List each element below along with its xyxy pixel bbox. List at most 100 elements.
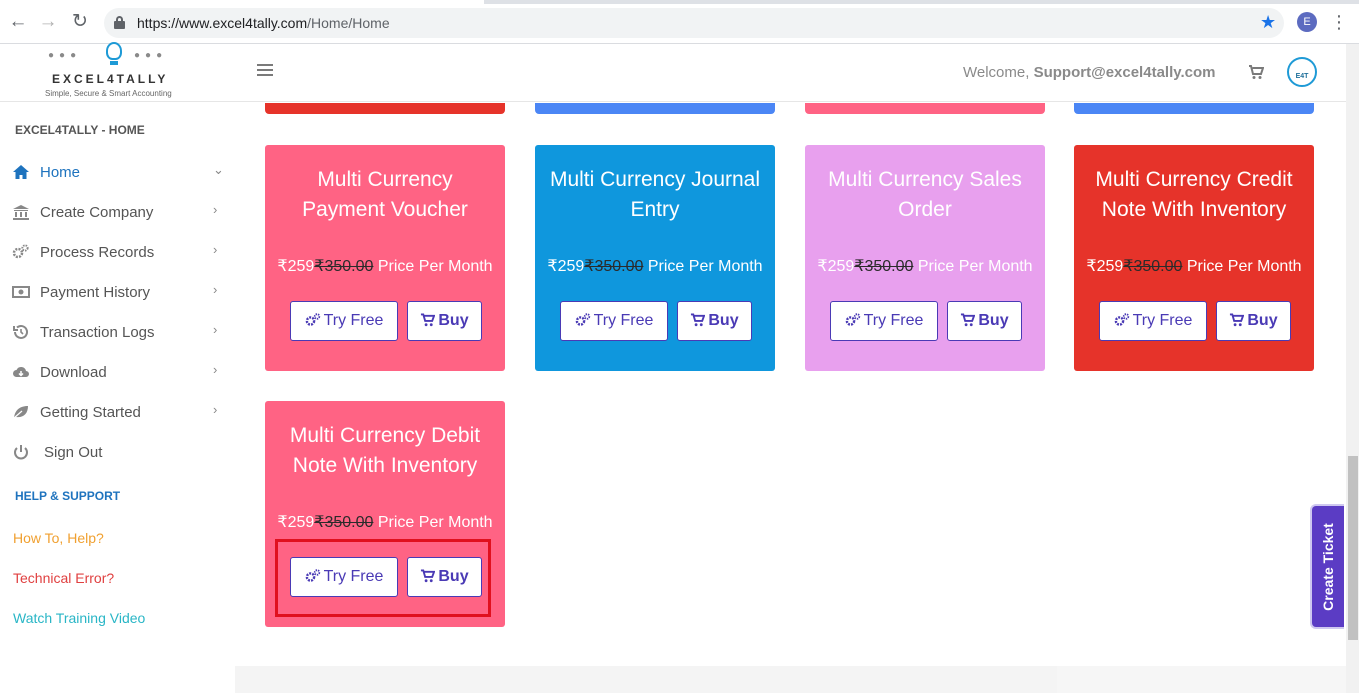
create-ticket-button[interactable]: Create Ticket — [1310, 504, 1344, 629]
sidebar-section-title: EXCEL4TALLY - HOME — [15, 123, 145, 137]
technical-error-link[interactable]: Technical Error? — [13, 570, 114, 586]
card-stub — [265, 103, 505, 114]
url-path: /Home/Home — [307, 15, 390, 31]
cogs-icon — [845, 313, 860, 326]
cart-icon — [961, 313, 976, 327]
sidebar-item-sign-out[interactable]: Sign Out — [0, 434, 235, 470]
sidebar-item-label: Home — [40, 164, 81, 181]
try-free-button[interactable]: Try Free — [1099, 301, 1207, 341]
cart-icon — [691, 313, 706, 327]
card-title: Multi Currency Journal Entry — [549, 168, 761, 221]
sidebar-item-getting-started[interactable]: Getting Started › — [0, 394, 235, 430]
sidebar-item-label: Sign Out — [44, 444, 103, 461]
chevron-right-icon: › — [213, 402, 218, 417]
sidebar-item-transaction-logs[interactable]: Transaction Logs › — [0, 314, 235, 350]
sidebar-item-download[interactable]: Download › — [0, 354, 235, 390]
sidebar: EXCEL4TALLY - HOME Home ⌄ Create Company… — [0, 103, 235, 693]
url-host: https://www.excel4tally.com — [137, 15, 308, 31]
product-card-credit-note: Multi Currency Credit Note With Inventor… — [1074, 145, 1314, 371]
lock-icon — [114, 16, 125, 29]
chevron-right-icon: › — [213, 362, 218, 377]
card-title: Multi Currency Payment Voucher — [302, 168, 468, 221]
cogs-icon — [305, 313, 320, 326]
cogs-icon — [1114, 313, 1129, 326]
user-email: Support@excel4tally.com — [1033, 64, 1216, 81]
card-title: Multi Currency Sales Order — [828, 168, 1022, 221]
buy-button[interactable]: Buy — [677, 301, 752, 341]
sidebar-item-label: Transaction Logs — [40, 324, 155, 341]
highlight-box — [275, 539, 491, 617]
cart-icon — [1230, 313, 1245, 327]
leaf-icon — [12, 404, 30, 420]
chevron-down-icon: ⌄ — [213, 162, 224, 177]
buy-button[interactable]: Buy — [1216, 301, 1291, 341]
buy-button[interactable]: Buy — [947, 301, 1022, 341]
help-section-title: HELP & SUPPORT — [15, 489, 121, 503]
cloud-download-icon — [12, 364, 30, 380]
logo-brand: EXCEL4TALLY — [52, 72, 169, 86]
tab-strip — [0, 0, 1359, 4]
cart-icon[interactable] — [1248, 64, 1265, 80]
browser-toolbar: ← → ↻ https://www.excel4tally.com/Home/H… — [0, 0, 1359, 44]
sidebar-item-payment-history[interactable]: Payment History › — [0, 274, 235, 310]
footer-strip — [235, 666, 1057, 693]
how-to-help-link[interactable]: How To, Help? — [13, 530, 104, 546]
product-card-journal-entry: Multi Currency Journal Entry ₹259₹350.00… — [535, 145, 775, 371]
url-text[interactable]: https://www.excel4tally.com/Home/Home — [137, 15, 390, 31]
cart-icon — [421, 313, 436, 327]
power-icon — [12, 444, 30, 460]
try-free-button[interactable]: Try Free — [560, 301, 668, 341]
user-avatar[interactable]: E4T — [1287, 57, 1317, 87]
chevron-right-icon: › — [213, 282, 218, 297]
card-price: ₹259₹350.00 Price Per Month — [817, 258, 1033, 275]
hamburger-menu-icon[interactable] — [257, 64, 273, 76]
card-title: Multi Currency Credit Note With Inventor… — [1095, 168, 1293, 221]
page-scrollbar[interactable] — [1346, 44, 1359, 693]
home-icon — [12, 164, 30, 180]
sidebar-item-label: Download — [40, 364, 107, 381]
bulb-icon — [106, 42, 122, 60]
card-price: ₹259₹350.00 Price Per Month — [277, 258, 493, 275]
logo-dots-right: ●●● — [134, 50, 168, 61]
card-price: ₹259₹350.00 Price Per Month — [277, 514, 493, 531]
product-card-sales-order: Multi Currency Sales Order ₹259₹350.00 P… — [805, 145, 1045, 371]
history-icon — [12, 324, 30, 340]
product-card-payment-voucher: Multi Currency Payment Voucher ₹259₹350.… — [265, 145, 505, 371]
forward-icon[interactable]: → — [36, 10, 60, 34]
sidebar-item-label: Getting Started — [40, 404, 141, 421]
reload-icon[interactable]: ↻ — [68, 10, 92, 34]
logo-dots-left: ●●● — [48, 50, 82, 61]
logo[interactable]: ●●● ●●● EXCEL4TALLY Simple, Secure & Sma… — [44, 42, 186, 102]
bookmark-star-icon[interactable]: ★ — [1260, 12, 1276, 33]
back-icon[interactable]: ← — [6, 10, 30, 34]
sidebar-item-home[interactable]: Home ⌄ — [0, 154, 235, 190]
sidebar-item-label: Payment History — [40, 284, 151, 301]
buy-button[interactable]: Buy — [407, 301, 482, 341]
cogs-icon — [12, 244, 30, 260]
card-stub — [805, 103, 1045, 114]
sidebar-item-process-records[interactable]: Process Records › — [0, 234, 235, 270]
card-price: ₹259₹350.00 Price Per Month — [547, 258, 763, 275]
sidebar-item-label: Create Company — [40, 204, 154, 221]
watch-training-video-link[interactable]: Watch Training Video — [13, 610, 145, 626]
welcome-text: Welcome, Support@excel4tally.com — [963, 64, 1216, 81]
app-header: ●●● ●●● EXCEL4TALLY Simple, Secure & Sma… — [0, 42, 1346, 102]
card-stub — [535, 103, 775, 114]
chevron-right-icon: › — [213, 322, 218, 337]
sidebar-item-label: Process Records — [40, 244, 155, 261]
menu-kebab-icon[interactable]: ⋮ — [1330, 10, 1348, 34]
scrollbar-thumb[interactable] — [1348, 456, 1358, 640]
bank-icon — [12, 204, 30, 220]
card-title: Multi Currency Debit Note With Inventory — [289, 424, 481, 477]
card-stub — [1074, 103, 1314, 114]
profile-avatar[interactable]: E — [1297, 12, 1317, 32]
cogs-icon — [575, 313, 590, 326]
try-free-button[interactable]: Try Free — [830, 301, 938, 341]
try-free-button[interactable]: Try Free — [290, 301, 398, 341]
sidebar-item-create-company[interactable]: Create Company › — [0, 194, 235, 230]
logo-tagline: Simple, Secure & Smart Accounting — [45, 89, 172, 98]
money-icon — [12, 284, 30, 300]
chevron-right-icon: › — [213, 202, 218, 217]
card-price: ₹259₹350.00 Price Per Month — [1086, 258, 1302, 275]
address-bar[interactable]: https://www.excel4tally.com/Home/Home ★ — [104, 8, 1284, 38]
